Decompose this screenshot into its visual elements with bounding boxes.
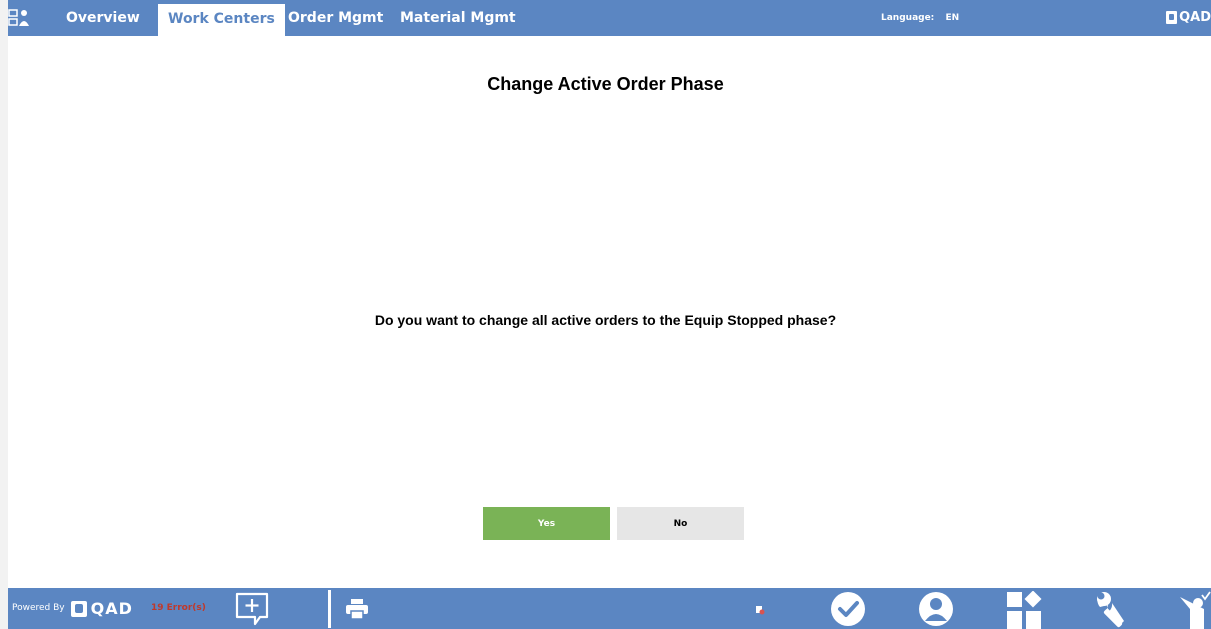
dialog-question: Do you want to change all active orders … (374, 312, 837, 328)
qad-logo: QAD (70, 588, 133, 629)
tab-work-centers[interactable]: Work Centers (158, 4, 285, 36)
checkmark-icon[interactable] (830, 591, 866, 627)
error-count[interactable]: 19 Error(s) (151, 588, 206, 629)
dialog-title: Change Active Order Phase (487, 74, 724, 94)
language-selector[interactable]: Language: EN (881, 0, 959, 36)
wrench-icon[interactable] (1094, 591, 1134, 629)
yes-button[interactable]: Yes (483, 507, 610, 540)
add-comment-icon[interactable] (233, 591, 271, 627)
tab-order-mgmt[interactable]: Order Mgmt (278, 0, 393, 36)
powered-by-label: Powered By (12, 603, 65, 613)
brand-logo: QAD (1166, 10, 1211, 25)
user-icon[interactable] (918, 591, 954, 627)
menu-icon[interactable] (8, 8, 30, 28)
top-nav-bar: Overview Work Centers Order Mgmt Materia… (8, 0, 1211, 36)
bottom-toolbar: Powered By QAD 19 Error(s) (8, 588, 1211, 629)
qad-mark-icon (1166, 11, 1178, 24)
qad-logo-text: QAD (90, 599, 133, 618)
powered-by: Powered By QAD (12, 588, 133, 629)
qad-logo-icon (70, 600, 87, 617)
brand-text: QAD (1179, 10, 1211, 25)
toolbar-separator (328, 590, 331, 628)
status-dot-icon (756, 606, 765, 615)
language-label: Language: (881, 13, 935, 23)
tab-overview[interactable]: Overview (56, 0, 150, 36)
language-value: EN (945, 13, 960, 23)
operator-icon[interactable] (1178, 591, 1211, 629)
tab-material-mgmt[interactable]: Material Mgmt (390, 0, 526, 36)
no-button[interactable]: No (617, 507, 744, 540)
apps-icon[interactable] (1006, 591, 1042, 629)
print-icon[interactable] (345, 598, 369, 620)
